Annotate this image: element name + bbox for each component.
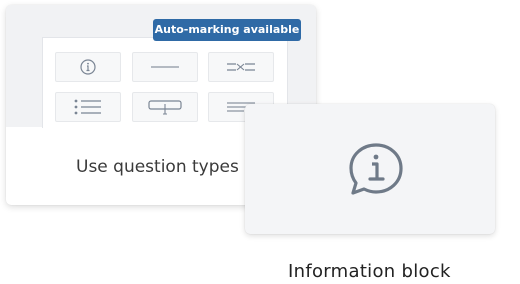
tile-short-answer — [132, 52, 198, 82]
list-icon — [74, 99, 101, 115]
text-input-icon — [148, 100, 182, 115]
match-lines-icon — [227, 63, 255, 71]
information-block-card[interactable] — [245, 104, 495, 234]
info-circle-icon — [80, 59, 96, 75]
information-block-caption: Information block — [288, 261, 451, 282]
info-speech-bubble-icon — [349, 143, 403, 195]
auto-marking-badge: Auto-marking available — [153, 19, 301, 41]
tile-matching — [208, 52, 274, 82]
tile-info — [55, 52, 121, 82]
tile-text-entry — [132, 92, 198, 122]
tile-multiple-choice — [55, 92, 121, 122]
short-line-icon — [151, 66, 179, 68]
card-caption: Use question types — [76, 157, 239, 177]
